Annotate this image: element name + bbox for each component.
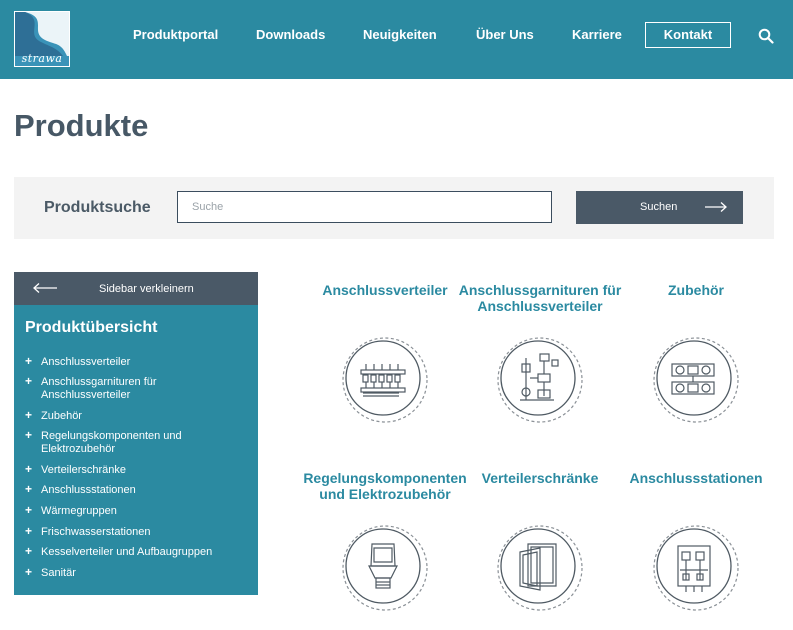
strawa-logo[interactable]: strawa [14,11,70,67]
product-title: Anschlussstationen [629,470,763,486]
page-title: Produkte [14,108,149,143]
station-icon [653,525,739,611]
plus-icon: + [25,462,33,476]
search-icon[interactable] [758,28,774,44]
plus-icon: + [25,428,33,442]
search-input[interactable] [177,191,552,223]
actuator-icon [342,525,428,611]
plus-icon: + [25,408,33,422]
plus-icon: + [25,374,33,388]
sidebar-item-label: Sanitär [41,567,76,579]
logo-text: strawa [21,52,63,65]
nav-produktportal[interactable]: Produktportal [133,27,218,42]
nav-karriere[interactable]: Karriere [572,27,622,42]
arrow-right-icon [705,202,727,212]
product-title: Anschlussgarnituren für Anschlussverteil… [458,282,622,314]
product-title: Verteilerschränke [481,470,599,486]
logo-wave-icon [15,12,69,56]
sidebar-item-label: Anschlussverteiler [41,356,131,368]
contact-button[interactable]: Kontakt [645,22,731,48]
sidebar-item-label: Wärmegruppen [41,505,117,517]
cabinet-icon [497,525,583,611]
search-button[interactable]: Suchen [576,191,743,224]
plus-icon: + [25,482,33,496]
plus-icon: + [25,524,33,538]
plus-icon: + [25,503,33,517]
product-search-panel: Produktsuche Suchen [14,177,774,239]
accessories-icon [653,337,739,423]
search-button-label: Suchen [640,201,678,213]
sidebar-collapse-button[interactable]: Sidebar verkleinern [14,272,258,305]
sidebar-title: Produktübersicht [25,319,158,336]
plus-icon: + [25,565,33,579]
fittings-icon [497,337,583,423]
sidebar-item-label: Verteilerschränke [41,464,126,476]
nav-ueber-uns[interactable]: Über Uns [476,27,534,42]
product-title: Anschlussverteiler [322,282,448,298]
plus-icon: + [25,544,33,558]
sidebar-collapse-label: Sidebar verkleinern [99,283,194,295]
product-sidebar: Sidebar verkleinern Produktübersicht + A… [14,272,258,595]
product-card-anschlussstationen[interactable]: Anschlussstationen [611,470,781,620]
sidebar-item-label: Anschlussgarnituren für Anschlussverteil… [41,376,157,401]
product-card-regelungskomponenten[interactable]: Regelungskomponenten und Elektrozubehör [300,470,470,620]
manifold-icon [342,337,428,423]
plus-icon: + [25,354,33,368]
product-title: Regelungskomponenten und Elektrozubehör [303,470,467,502]
product-card-anschlussverteiler[interactable]: Anschlussverteiler [300,282,470,423]
sidebar-item-label: Zubehör [41,410,82,422]
sidebar-item-label: Kesselverteiler und Aufbaugruppen [41,546,213,558]
product-card-anschlussgarnituren[interactable]: Anschlussgarnituren für Anschlussverteil… [455,282,625,423]
product-card-zubehoer[interactable]: Zubehör [611,282,781,423]
search-label: Produktsuche [44,199,151,216]
arrow-left-icon [33,283,57,293]
nav-neuigkeiten[interactable]: Neuigkeiten [363,27,437,42]
sidebar-item-label: Frischwasserstationen [41,526,151,538]
sidebar-item-label: Anschlussstationen [41,484,136,496]
product-card-verteilerschraenke[interactable]: Verteilerschränke [455,470,625,620]
site-header: strawa Produktportal Downloads Neuigkeit… [0,0,793,79]
nav-downloads[interactable]: Downloads [256,27,325,42]
sidebar-item-label: Regelungskomponenten und Elektrozubehör [41,430,182,455]
product-title: Zubehör [668,282,724,298]
